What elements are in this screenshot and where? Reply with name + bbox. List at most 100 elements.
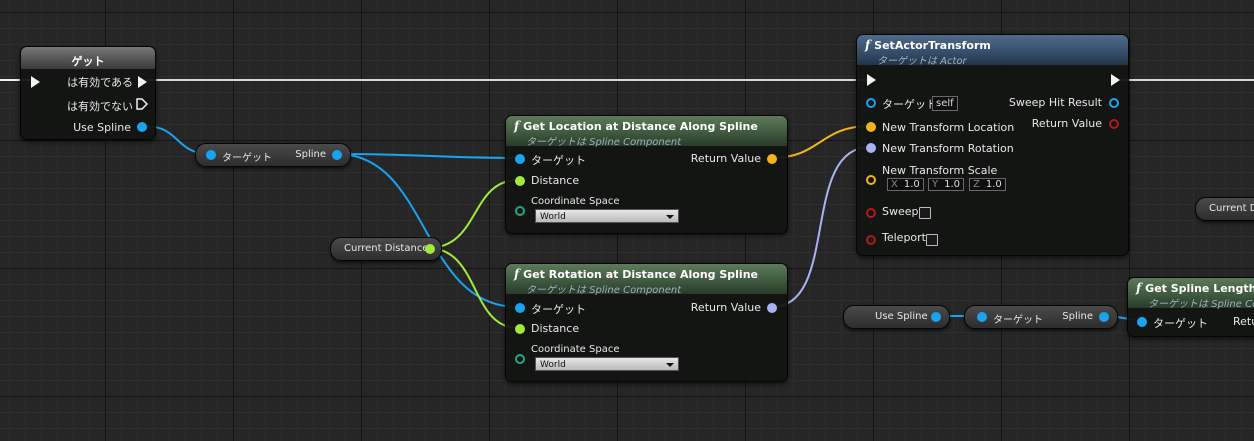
exec-out-pin[interactable] bbox=[1111, 74, 1120, 86]
current-distance-variable-node[interactable]: Current Distance bbox=[330, 237, 442, 261]
is-valid-label: は有効である bbox=[67, 76, 133, 89]
get-spline-length-node[interactable]: f Get Spline Length ターゲットは Spline Co ターゲッ… bbox=[1127, 277, 1254, 337]
current-distance-label: Current Distance bbox=[344, 243, 429, 254]
new-location-pin[interactable] bbox=[866, 122, 876, 132]
scale-x-value: 1.0 bbox=[903, 179, 920, 190]
set-actor-transform-node[interactable]: f SetActorTransform ターゲットは Actor ターゲット se… bbox=[856, 34, 1129, 256]
return-value-pin[interactable] bbox=[767, 154, 777, 164]
use-spline-pin[interactable] bbox=[137, 122, 147, 132]
return-value-label: Return Value bbox=[1031, 117, 1102, 130]
return-value-pin[interactable] bbox=[767, 303, 777, 313]
spline-out-pin[interactable] bbox=[1099, 312, 1109, 322]
scale-z-field[interactable]: Z 1.0 bbox=[969, 178, 1006, 191]
function-icon: f bbox=[1136, 281, 1142, 295]
spline-out-pin[interactable] bbox=[332, 150, 342, 160]
node-header: f SetActorTransform ターゲットは Actor bbox=[857, 35, 1128, 67]
chevron-down-icon bbox=[666, 363, 674, 367]
distance-pin[interactable] bbox=[515, 176, 525, 186]
return-value-label: Return Value bbox=[690, 301, 761, 314]
is-not-valid-exec-pin[interactable] bbox=[136, 98, 148, 110]
coordinate-space-pin[interactable] bbox=[515, 354, 525, 364]
scale-z-value: 1.0 bbox=[985, 179, 1002, 190]
sweep-label: Sweep bbox=[882, 205, 919, 218]
node-title: Get Rotation at Distance Along Spline bbox=[523, 268, 758, 281]
new-rotation-pin[interactable] bbox=[866, 143, 876, 153]
target-label: ターゲット bbox=[531, 154, 586, 167]
target-pin[interactable] bbox=[206, 150, 216, 160]
use-spline-label: Use Spline bbox=[73, 121, 131, 134]
coordinate-space-dropdown[interactable]: World bbox=[535, 357, 679, 371]
exec-in-pin[interactable] bbox=[31, 76, 40, 88]
wire-spline-loc-target bbox=[336, 153, 519, 159]
coordinate-space-pin[interactable] bbox=[515, 206, 525, 216]
coordinate-space-dropdown[interactable]: World bbox=[535, 209, 679, 223]
node-title: Get Location at Distance Along Spline bbox=[523, 120, 758, 133]
sweep-hit-result-pin[interactable] bbox=[1109, 98, 1119, 108]
target-pin[interactable] bbox=[977, 312, 987, 322]
teleport-checkbox[interactable] bbox=[926, 234, 938, 246]
sweep-checkbox[interactable] bbox=[919, 207, 931, 219]
target-pin[interactable] bbox=[1137, 317, 1147, 327]
node-subtitle: ターゲットは Spline Component bbox=[526, 137, 682, 148]
use-spline-variable-node[interactable]: Use Spline bbox=[843, 305, 950, 329]
scale-x-field[interactable]: X 1.0 bbox=[887, 178, 924, 191]
use-spline-out-pin[interactable] bbox=[931, 312, 941, 322]
teleport-pin[interactable] bbox=[866, 235, 876, 245]
dropdown-value: World bbox=[540, 360, 566, 370]
return-value-pin[interactable] bbox=[1109, 119, 1119, 129]
scale-y-axis-label: Y bbox=[932, 179, 939, 190]
node-subtitle: ターゲットは Spline Component bbox=[526, 285, 682, 296]
sweep-hit-result-label: Sweep Hit Result bbox=[1008, 96, 1102, 109]
node-title: SetActorTransform bbox=[874, 39, 991, 52]
wire-spline-rot-target bbox=[336, 153, 519, 308]
use-spline-label: Use Spline bbox=[875, 311, 928, 322]
target-label: ターゲット bbox=[882, 98, 937, 111]
coordinate-space-label: Coordinate Space bbox=[531, 196, 620, 207]
target-label: ターゲット bbox=[531, 303, 586, 316]
target-label: ターゲット bbox=[1153, 317, 1208, 330]
spline-label: Spline bbox=[1062, 311, 1093, 322]
target-pin[interactable] bbox=[515, 303, 525, 313]
return-value-label: Return Value bbox=[690, 152, 761, 165]
distance-label: Distance bbox=[531, 174, 580, 187]
current-distance-out-pin[interactable] bbox=[425, 244, 435, 254]
validated-get-node[interactable]: ゲット は有効である は有効でない Use Spline bbox=[20, 46, 156, 140]
new-scale-label: New Transform Scale bbox=[882, 164, 998, 177]
return-value-label: Retu bbox=[1233, 315, 1254, 328]
new-scale-pin[interactable] bbox=[866, 175, 876, 185]
target-pin[interactable] bbox=[515, 154, 525, 164]
spline-label: Spline bbox=[295, 149, 326, 160]
dropdown-value: World bbox=[540, 212, 566, 222]
node-title: Get Spline Length bbox=[1145, 282, 1254, 295]
target-default-box[interactable]: self bbox=[932, 96, 958, 111]
function-icon: f bbox=[514, 267, 520, 281]
chevron-down-icon bbox=[666, 215, 674, 219]
target-label: ターゲット bbox=[222, 153, 272, 164]
scale-y-field[interactable]: Y 1.0 bbox=[928, 178, 965, 191]
target-pin[interactable] bbox=[866, 98, 876, 108]
new-location-label: New Transform Location bbox=[882, 121, 1015, 134]
spline-getter-node[interactable]: ターゲット Spline bbox=[195, 143, 351, 167]
function-icon: f bbox=[865, 38, 871, 52]
get-location-at-distance-node[interactable]: f Get Location at Distance Along Spline タ… bbox=[505, 115, 788, 234]
blueprint-graph-canvas[interactable]: ゲット は有効である は有効でない Use Spline ターゲット Splin… bbox=[0, 0, 1254, 441]
node-subtitle: ターゲットは Spline Co bbox=[1148, 299, 1254, 310]
target-label: ターゲット bbox=[993, 315, 1043, 326]
scale-x-axis-label: X bbox=[891, 179, 898, 190]
is-not-valid-label: は有効でない bbox=[67, 100, 133, 113]
scale-y-value: 1.0 bbox=[944, 179, 961, 190]
node-header: f Get Spline Length ターゲットは Spline Co bbox=[1128, 278, 1254, 310]
current-distance-label: Current Di bbox=[1209, 203, 1254, 214]
current-distance-variable-node-2[interactable]: Current Di bbox=[1195, 197, 1254, 221]
distance-pin[interactable] bbox=[515, 324, 525, 334]
get-rotation-at-distance-node[interactable]: f Get Rotation at Distance Along Spline タ… bbox=[505, 263, 788, 382]
coordinate-space-label: Coordinate Space bbox=[531, 344, 620, 355]
spline-getter-node-2[interactable]: ターゲット Spline bbox=[964, 305, 1118, 329]
node-subtitle: ターゲットは Actor bbox=[877, 56, 967, 67]
node-header: f Get Location at Distance Along Spline タ… bbox=[506, 116, 787, 148]
node-header: f Get Rotation at Distance Along Spline タ… bbox=[506, 264, 787, 296]
sweep-pin[interactable] bbox=[866, 208, 876, 218]
node-header: ゲット bbox=[21, 47, 155, 69]
exec-in-pin[interactable] bbox=[867, 74, 876, 86]
is-valid-exec-pin[interactable] bbox=[138, 76, 147, 88]
